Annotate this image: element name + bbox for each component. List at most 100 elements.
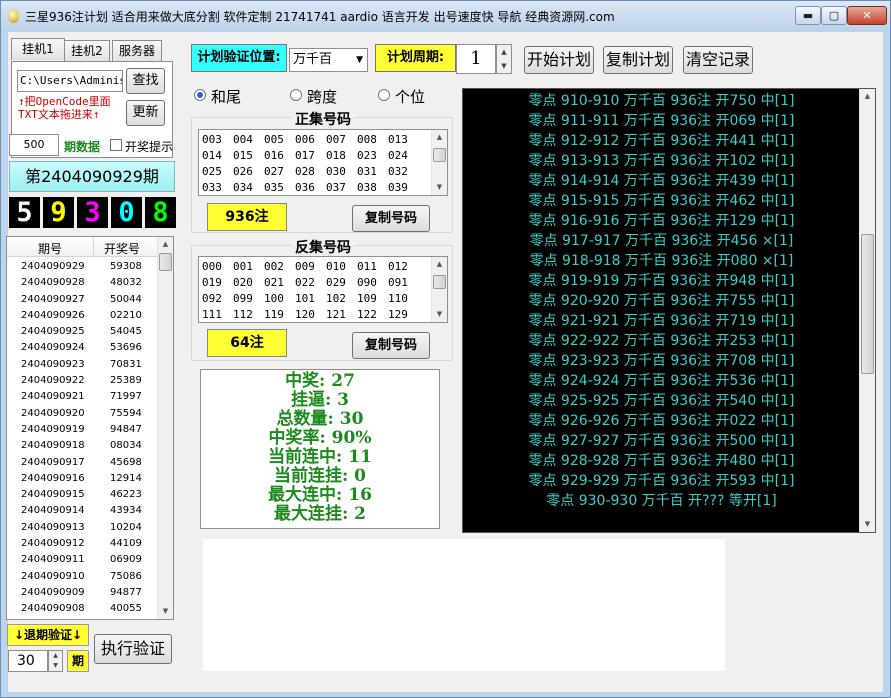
scroll-down-icon[interactable]: ▼ [432,180,447,195]
maximize-button[interactable]: ▢ [821,6,847,25]
table-row[interactable]: 2404090916 12914 [7,471,157,487]
positive-codes: 003 004 005 006 007 008 013 014 015 016 017 018 023 0… [202,133,424,195]
number-cell: 75594 [110,407,142,419]
table-row[interactable]: 2404090908 40055 [7,601,157,617]
radio-2[interactable] [290,89,302,101]
code-item: 039 [388,181,408,194]
code-item: 101 [295,292,315,305]
history-header: 期号 开奖号 [7,237,157,257]
table-row[interactable]: 2404090907 00101 [7,618,157,619]
log-line: 零点 924-924 万千百 936注 开536 中[1] [528,373,795,389]
number-cell: 94847 [110,423,142,435]
spin-down-icon[interactable]: ▼ [497,59,511,73]
scroll-up-icon[interactable]: ▲ [432,130,447,145]
clear-records-button[interactable]: 清空记录 [683,46,753,74]
col-header-number[interactable]: 开奖号 [104,240,140,257]
plan-log[interactable]: 零点 910-910 万千百 936注 开750 中[1] 零点 911-911 … [462,88,876,533]
position-select[interactable]: 万千百 ▼ [289,48,368,72]
spin-up-icon[interactable]: ▲ [497,45,511,59]
backtest-periods-input[interactable]: 30 [8,650,48,672]
scroll-up-icon[interactable]: ▲ [432,257,447,272]
table-row[interactable]: 2404090920 75594 [7,406,157,422]
backtest-spinner[interactable]: ▲ ▼ [48,650,63,672]
tab-hangup-1[interactable]: 挂机1 [11,38,65,60]
tab-hangup-2[interactable]: 挂机2 [64,40,110,62]
scroll-up-icon[interactable]: ▲ [860,89,875,104]
scroll-down-icon[interactable]: ▼ [860,517,875,532]
title-bar[interactable]: 三星936注计划 适合用来做大底分割 软件定制 21741741 aardio … [1,1,890,31]
number-cell: 06909 [110,554,142,566]
col-header-period[interactable]: 期号 [38,240,62,257]
positive-codes-scrollbar[interactable]: ▲ ▼ [431,130,447,195]
period-count-input[interactable]: 500 [9,134,59,156]
positive-codes-box[interactable]: 003 004 005 006 007 008 013 014 015 016 017 018 023 0… [198,129,448,196]
table-row[interactable]: 2404090919 94847 [7,422,157,438]
table-row[interactable]: 2404090921 71997 [7,389,157,405]
radio-3[interactable] [378,89,390,101]
table-row[interactable]: 2404090910 75086 [7,569,157,585]
table-row[interactable]: 2404090917 45698 [7,455,157,471]
cycle-spinner[interactable]: ▲ ▼ [496,44,512,74]
table-row[interactable]: 2404090924 53696 [7,340,157,356]
positive-count: 936注 [207,203,287,231]
spin-down-icon[interactable]: ▼ [49,661,62,671]
close-button[interactable]: ✕ [847,6,887,25]
negative-codes-box[interactable]: 000 001 002 009 010 011 012 019 020 021 022 029 090 0… [198,256,448,323]
run-backtest-button[interactable]: 执行验证 [94,634,172,664]
backtest-unit: 期 [67,650,89,672]
chevron-down-icon[interactable]: ▼ [356,49,363,71]
log-scrollbar[interactable]: ▲ ▼ [859,89,875,532]
table-row[interactable]: 2404090911 06909 [7,552,157,568]
code-item: 120 [295,308,315,321]
table-row[interactable]: 2404090928 48032 [7,275,157,291]
lottery-digit: 3 [77,197,108,228]
start-plan-button[interactable]: 开始计划 [524,46,594,74]
negative-codes-scrollbar[interactable]: ▲ ▼ [431,257,447,322]
alert-checkbox[interactable] [110,139,122,151]
stat-line: 中奖: 27 [285,371,355,391]
table-row[interactable]: 2404090926 02210 [7,308,157,324]
number-cell: 46223 [110,489,142,501]
radio-1[interactable] [194,89,206,101]
scroll-thumb[interactable] [159,253,172,271]
code-item: 112 [233,308,253,321]
table-row[interactable]: 2404090922 25389 [7,373,157,389]
alert-checkbox-label: 开奖提示 [125,140,174,154]
table-row[interactable]: 2404090918 08034 [7,438,157,454]
minimize-button[interactable]: ▬ [795,6,821,25]
code-item: 036 [295,181,315,194]
copy-plan-button[interactable]: 复制计划 [603,46,673,74]
cycle-input[interactable]: 1 [456,44,496,74]
update-button[interactable]: 更新 [126,100,165,126]
scroll-down-icon[interactable]: ▼ [432,307,447,322]
table-row[interactable]: 2404090913 10204 [7,520,157,536]
copy-positive-button[interactable]: 复制号码 [352,205,430,232]
table-row[interactable]: 2404090912 44109 [7,536,157,552]
code-item: 014 [202,149,222,162]
period-cell: 2404090908 [21,603,85,615]
table-row[interactable]: 2404090923 70831 [7,357,157,373]
history-scrollbar[interactable]: ▲ ▼ [157,237,173,619]
history-list[interactable]: 期号 开奖号 2404090929 59308 2404090928 48032 240… [6,236,174,620]
scroll-thumb[interactable] [861,234,874,374]
code-item: 020 [233,276,253,289]
tab-server[interactable]: 服务器 [112,40,162,62]
log-line: 零点 913-913 万千百 936注 开102 中[1] [528,153,795,169]
code-item: 017 [295,149,315,162]
table-row[interactable]: 2404090929 59308 [7,259,157,275]
scroll-up-icon[interactable]: ▲ [158,237,173,252]
table-row[interactable]: 2404090927 50044 [7,292,157,308]
spin-up-icon[interactable]: ▲ [49,651,62,661]
scroll-thumb[interactable] [433,148,446,162]
copy-negative-button[interactable]: 复制号码 [352,332,430,359]
stat-line: 最大连中: 16 [268,485,372,505]
scroll-down-icon[interactable]: ▼ [158,604,173,619]
scroll-thumb[interactable] [433,275,446,289]
number-cell: 08034 [110,440,142,452]
browse-button[interactable]: 查找 [126,68,165,94]
table-row[interactable]: 2404090915 46223 [7,487,157,503]
table-row[interactable]: 2404090925 54045 [7,324,157,340]
table-row[interactable]: 2404090909 94877 [7,585,157,601]
opencode-path-input[interactable]: C:\Users\Administ [17,70,123,92]
table-row[interactable]: 2404090914 43934 [7,503,157,519]
